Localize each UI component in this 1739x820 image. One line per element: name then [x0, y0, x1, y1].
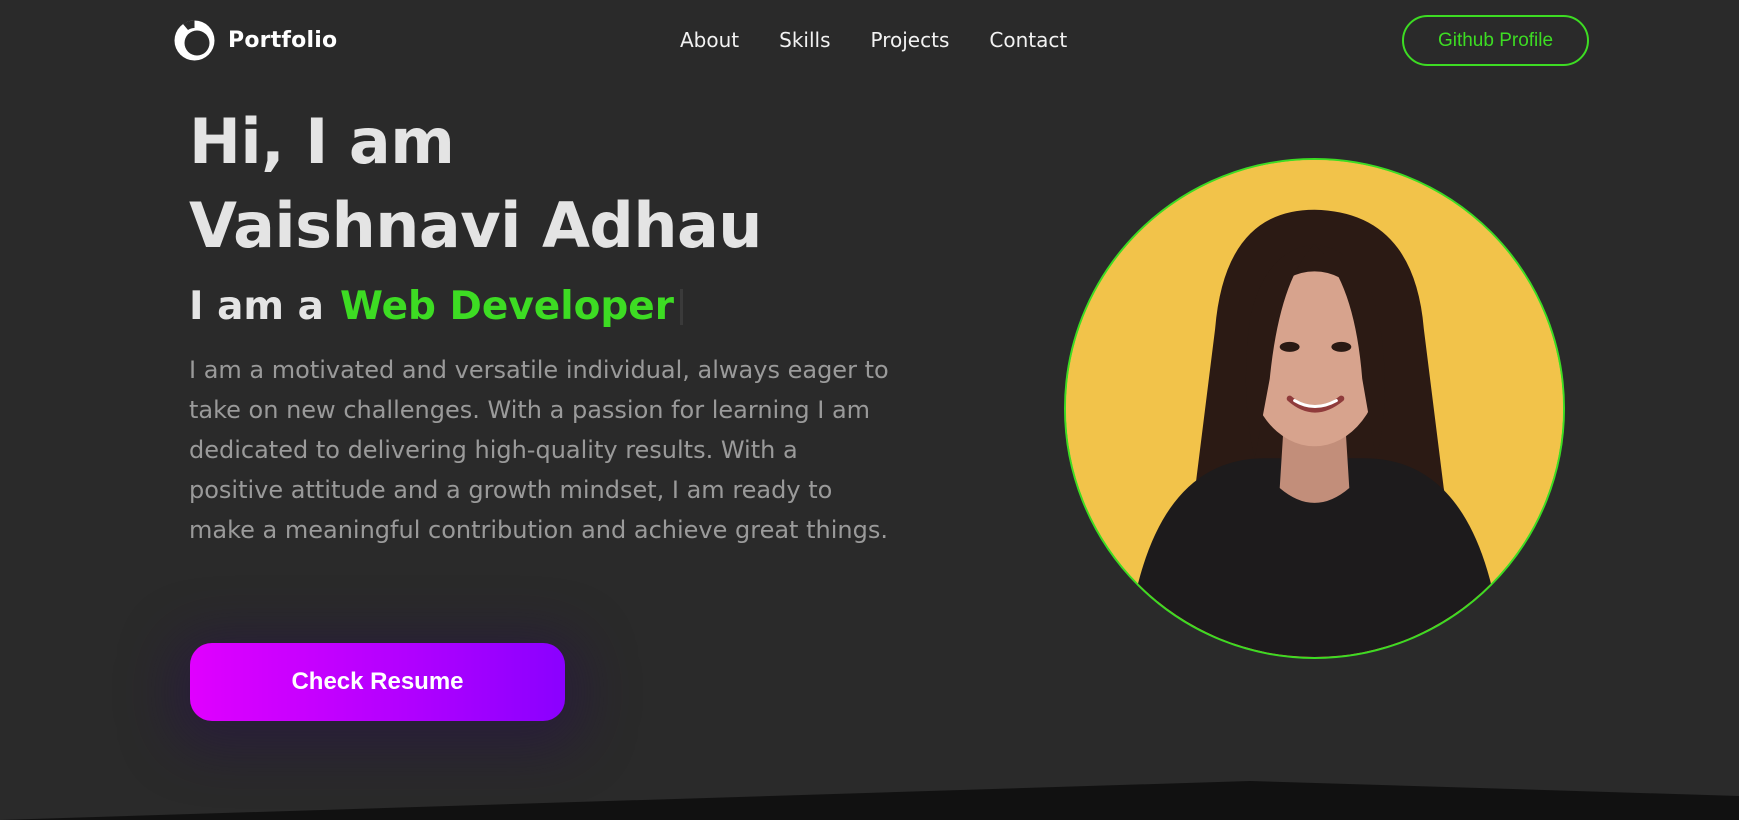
bottom-section-divider	[0, 776, 1739, 820]
hero-title: Hi, I am Vaishnavi Adhau	[189, 100, 762, 268]
role-line: I am a Web Developer	[189, 284, 683, 329]
nav-links: About Skills Projects Contact	[680, 28, 1067, 52]
nav-link-about[interactable]: About	[680, 28, 739, 52]
github-profile-button[interactable]: Github Profile	[1402, 15, 1589, 66]
nav-link-projects[interactable]: Projects	[871, 28, 950, 52]
nav-link-skills[interactable]: Skills	[779, 28, 830, 52]
profile-photo	[1064, 158, 1565, 659]
top-nav: Portfolio About Skills Projects Contact …	[0, 0, 1739, 82]
typing-caret	[680, 288, 683, 325]
page: Portfolio About Skills Projects Contact …	[0, 0, 1739, 820]
half-circle-logo-icon	[173, 19, 216, 62]
check-resume-button[interactable]: Check Resume	[190, 643, 565, 721]
nav-link-contact[interactable]: Contact	[989, 28, 1067, 52]
hero-name: Vaishnavi Adhau	[189, 189, 762, 262]
hero-greeting: Hi, I am	[189, 105, 455, 178]
brand[interactable]: Portfolio	[173, 19, 337, 62]
bio-paragraph: I am a motivated and versatile individua…	[189, 356, 889, 544]
brand-name: Portfolio	[228, 28, 338, 53]
role-prefix: I am a	[189, 284, 324, 329]
role-typed-text: Web Developer	[339, 284, 674, 329]
portrait-illustration	[1066, 160, 1563, 657]
